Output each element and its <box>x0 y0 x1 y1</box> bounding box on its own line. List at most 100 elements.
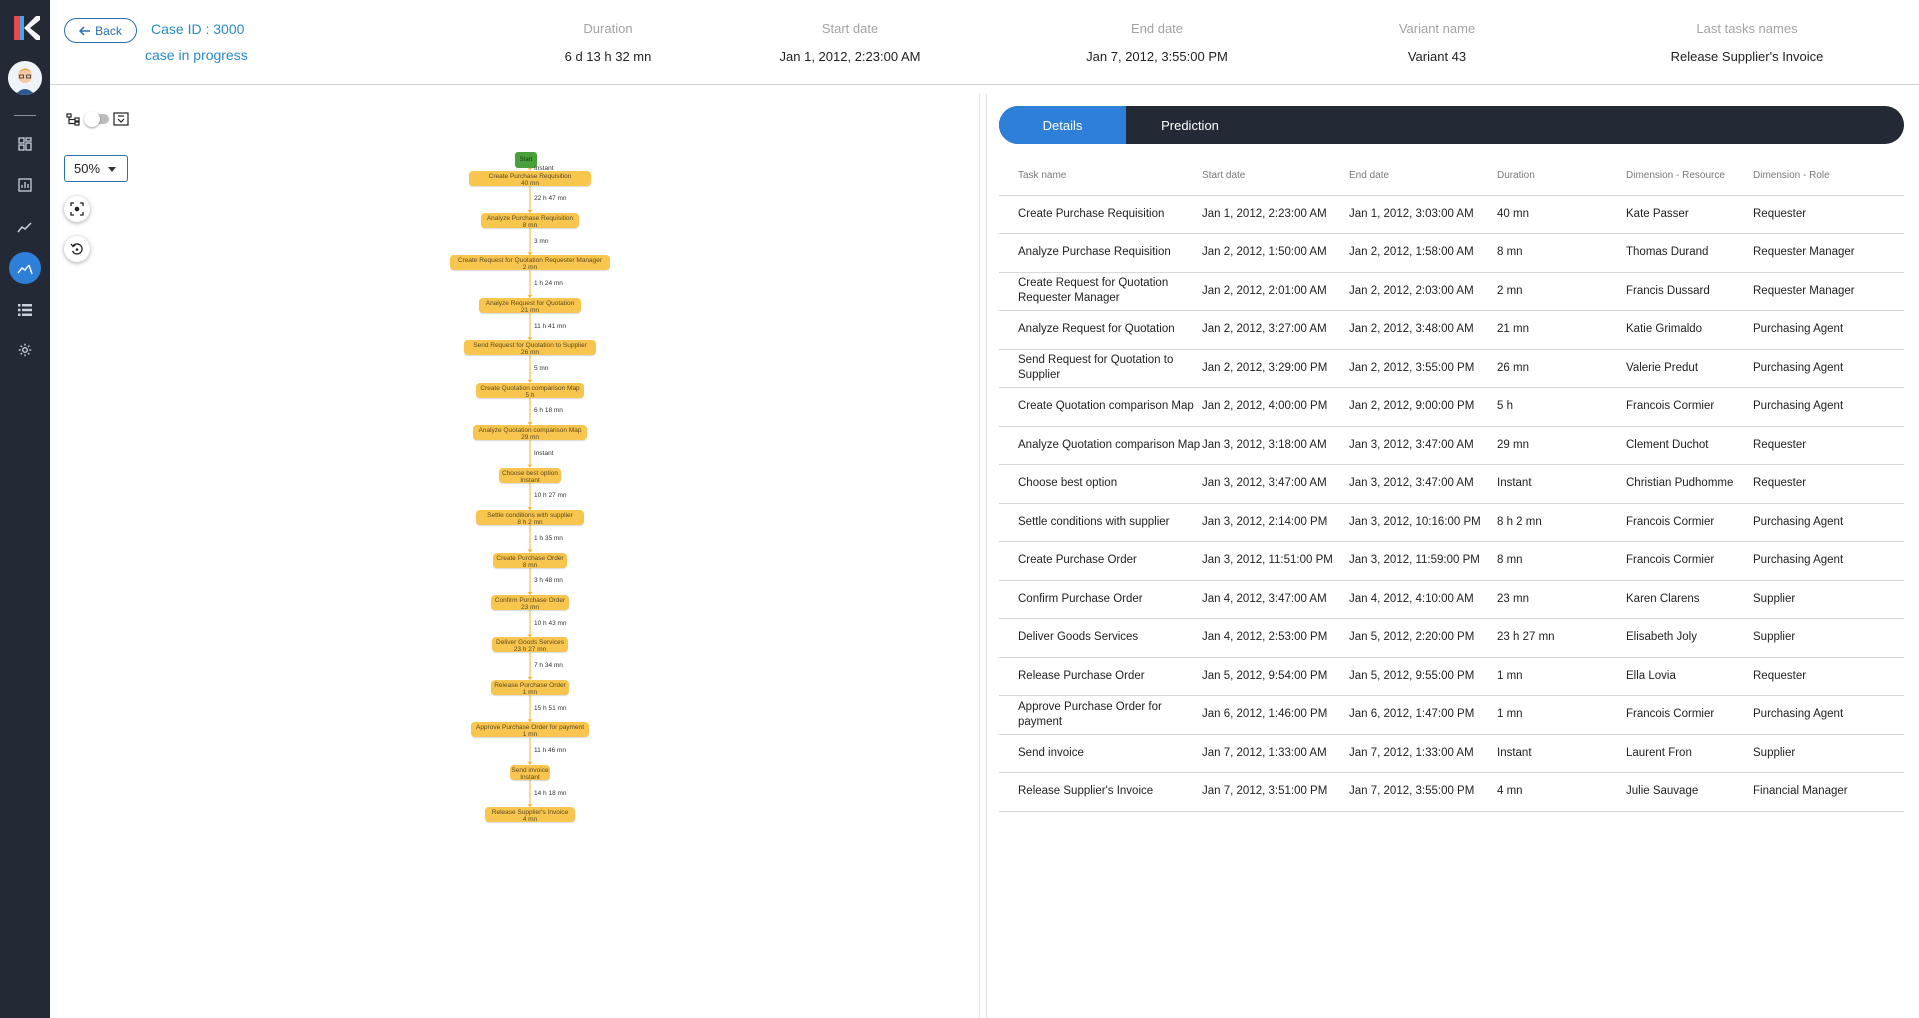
cell-task-name: Release Purchase Order <box>999 657 1202 696</box>
details-panel: Details Prediction Task name Start date … <box>999 106 1904 812</box>
back-button[interactable]: Back <box>64 18 137 43</box>
cell-resource: Francis Dussard <box>1626 272 1753 311</box>
header-duration: Duration 6 d 13 h 32 mn <box>523 21 693 64</box>
cell-task-name: Settle conditions with supplier <box>999 503 1202 542</box>
cell-start-date: Jan 7, 2012, 3:51:00 PM <box>1202 772 1349 812</box>
flow-edge-label: 5 mn <box>534 365 549 373</box>
table-row[interactable]: Analyze Quotation comparison Map Jan 3, 2… <box>999 426 1904 465</box>
cell-duration: 4 mn <box>1497 772 1626 812</box>
cell-start-date: Jan 3, 2012, 11:51:00 PM <box>1202 541 1349 581</box>
table-row[interactable]: Confirm Purchase Order Jan 4, 2012, 3:47:… <box>999 580 1904 619</box>
gear-icon <box>18 343 32 357</box>
flow-node[interactable]: Create Request for Quotation Requester M… <box>450 255 610 271</box>
table-row[interactable]: Settle conditions with supplier Jan 3, 20… <box>999 503 1904 542</box>
col-duration[interactable]: Duration <box>1497 156 1626 196</box>
table-row[interactable]: Send Request for Quotation to Supplier Ja… <box>999 349 1904 388</box>
app-logo[interactable] <box>12 14 40 42</box>
cell-duration: Instant <box>1497 734 1626 773</box>
cell-resource: Laurent Fron <box>1626 734 1753 773</box>
col-role[interactable]: Dimension - Role <box>1753 156 1904 196</box>
sidebar-item-settings[interactable] <box>13 338 37 362</box>
flow-node-name: Approve Purchase Order for payment <box>475 724 585 732</box>
sidebar-item-analytics[interactable] <box>13 215 37 239</box>
table-row[interactable]: Analyze Request for Quotation Jan 2, 2012… <box>999 310 1904 350</box>
flow-node[interactable]: Create Purchase Order 8 mn <box>493 552 567 569</box>
avatar[interactable] <box>8 61 42 95</box>
cell-role: Requester <box>1753 464 1904 504</box>
flow-node[interactable]: Release Purchase Order 1 mn <box>491 679 569 696</box>
table-row[interactable]: Deliver Goods Services Jan 4, 2012, 2:53:… <box>999 618 1904 658</box>
col-task-name[interactable]: Task name <box>999 156 1202 196</box>
flow-node[interactable]: Settle conditions with supplier 8 h 2 mn <box>476 510 584 526</box>
table-row[interactable]: Create Quotation comparison Map Jan 2, 20… <box>999 387 1904 427</box>
tab-prediction[interactable]: Prediction <box>1126 106 1254 144</box>
tab-details[interactable]: Details <box>999 106 1126 144</box>
cell-task-name: Release Supplier's Invoice <box>999 772 1202 812</box>
flow-node[interactable]: Send invoice Instant <box>510 764 550 781</box>
flow-edge-label: 1 h 24 mn <box>534 280 563 288</box>
col-resource[interactable]: Dimension - Resource <box>1626 156 1753 196</box>
col-end-date[interactable]: End date <box>1349 156 1497 196</box>
cell-end-date: Jan 7, 2012, 1:33:00 AM <box>1349 734 1497 773</box>
sidebar-item-dashboard[interactable] <box>13 132 37 156</box>
process-flow-diagram: Start Instant Create Purchase Requisition… <box>50 86 980 1018</box>
cell-resource: Francois Cormier <box>1626 503 1753 542</box>
flow-node[interactable]: Choose best option Instant <box>499 467 561 484</box>
table-row[interactable]: Approve Purchase Order for payment Jan 6,… <box>999 695 1904 735</box>
cell-start-date: Jan 2, 2012, 3:29:00 PM <box>1202 349 1349 388</box>
cell-task-name: Deliver Goods Services <box>999 618 1202 658</box>
flow-edge-label: 11 h 41 mn <box>534 322 567 330</box>
cell-duration: 8 h 2 mn <box>1497 503 1626 542</box>
cell-resource: Clement Duchot <box>1626 426 1753 465</box>
table-row[interactable]: Create Purchase Requisition Jan 1, 2012, … <box>999 195 1904 234</box>
col-start-date[interactable]: Start date <box>1202 156 1349 196</box>
sidebar-item-list[interactable] <box>13 298 37 322</box>
cell-duration: 29 mn <box>1497 426 1626 465</box>
flow-node-duration: 40 mn <box>520 179 540 187</box>
cell-task-name: Choose best option <box>999 464 1202 504</box>
cell-end-date: Jan 7, 2012, 3:55:00 PM <box>1349 772 1497 812</box>
flow-node[interactable]: Confirm Purchase Order 23 mn <box>491 595 569 611</box>
table-row[interactable]: Send invoice Jan 7, 2012, 1:33:00 AM Jan 7… <box>999 734 1904 773</box>
flow-node[interactable]: Deliver Goods Services 23 h 27 mn <box>492 637 568 653</box>
flow-node[interactable]: Approve Purchase Order for payment 1 mn <box>471 722 589 738</box>
cell-end-date: Jan 2, 2012, 2:03:00 AM <box>1349 272 1497 311</box>
flow-node[interactable]: Analyze Quotation comparison Map 29 mn <box>473 425 587 441</box>
flow-node[interactable]: Create Quotation comparison Map 5 h <box>476 382 584 399</box>
flow-node[interactable]: Analyze Request for Quotation 21 mn <box>479 297 581 314</box>
flow-node-name: Create Request for Quotation Requester M… <box>457 257 603 265</box>
flow-node-duration: 26 mn <box>520 349 540 357</box>
cell-end-date: Jan 3, 2012, 3:47:00 AM <box>1349 426 1497 465</box>
flow-edge-label: 1 h 35 mn <box>534 534 563 542</box>
detail-tabs: Details Prediction <box>999 106 1904 144</box>
sidebar-item-reports[interactable] <box>13 173 37 197</box>
flow-edge-label: Instant <box>534 449 554 457</box>
table-row[interactable]: Release Purchase Order Jan 5, 2012, 9:54:… <box>999 657 1904 696</box>
cell-end-date: Jan 2, 2012, 3:55:00 PM <box>1349 349 1497 388</box>
flow-node-duration: 1 mn <box>522 688 538 696</box>
flow-edge-label: 10 h 43 mn <box>534 619 567 627</box>
flow-node[interactable]: Analyze Purchase Requisition 8 mn <box>481 212 579 229</box>
flow-node[interactable]: Create Purchase Requisition 40 mn <box>469 170 591 187</box>
flow-node-name: Create Purchase Requisition <box>488 172 572 180</box>
cell-duration: 40 mn <box>1497 195 1626 234</box>
table-row[interactable]: Choose best option Jan 3, 2012, 3:47:00 A… <box>999 464 1904 504</box>
flow-node[interactable]: Release Supplier's Invoice 4 mn <box>485 807 575 823</box>
flow-node-name: Deliver Goods Services <box>496 639 564 647</box>
cell-role: Requester <box>1753 657 1904 696</box>
cell-resource: Katie Grimaldo <box>1626 310 1753 350</box>
cell-end-date: Jan 2, 2012, 9:00:00 PM <box>1349 387 1497 427</box>
table-row[interactable]: Create Request for Quotation Requester M… <box>999 272 1904 311</box>
cell-role: Requester <box>1753 426 1904 465</box>
trend-line-icon <box>17 222 32 233</box>
sidebar-item-process-explorer[interactable] <box>9 252 41 284</box>
table-row[interactable]: Release Supplier's Invoice Jan 7, 2012, 3… <box>999 772 1904 812</box>
cell-task-name: Create Purchase Order <box>999 541 1202 581</box>
flow-node-duration: Instant <box>520 476 540 484</box>
table-row[interactable]: Analyze Purchase Requisition Jan 2, 2012,… <box>999 233 1904 273</box>
flow-node-duration: 23 mn <box>520 604 540 611</box>
cell-resource: Francois Cormier <box>1626 695 1753 735</box>
table-row[interactable]: Create Purchase Order Jan 3, 2012, 11:51:… <box>999 541 1904 581</box>
cell-end-date: Jan 3, 2012, 10:16:00 PM <box>1349 503 1497 542</box>
flow-node[interactable]: Send Request for Quotation to Supplier 26… <box>464 340 596 357</box>
